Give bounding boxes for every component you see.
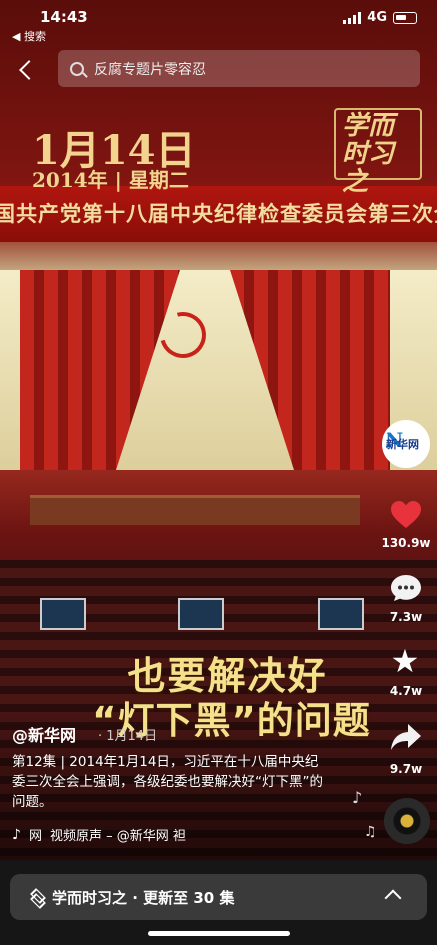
search-query: 反腐专题片零容忍: [94, 61, 206, 78]
search-bar[interactable]: 反腐专题片零容忍: [58, 50, 420, 87]
author-name[interactable]: @新华网: [12, 722, 76, 746]
signal-icon: [343, 11, 362, 24]
author-avatar[interactable]: N 新华网: [382, 420, 430, 468]
network-type: 4G: [367, 10, 387, 25]
comment-bubble-icon[interactable]: [390, 574, 422, 602]
post-date: · 1月14日: [98, 729, 158, 744]
back-to-app-link[interactable]: ◀ 搜索: [12, 28, 46, 44]
program-logo-text: 学而时习之: [342, 111, 395, 197]
favorite-count: 4.7w: [389, 684, 423, 698]
layers-icon: [30, 890, 44, 904]
hall-screen: [318, 598, 364, 630]
music-title: 视频原声 – @新华网 袒: [49, 829, 186, 844]
back-arrow-icon[interactable]: [14, 56, 38, 84]
favorite-star-icon[interactable]: ★: [388, 645, 422, 677]
share-arrow-icon[interactable]: [390, 722, 422, 752]
music-prefix: 网: [28, 829, 42, 844]
tiktok-note-icon: ♪: [12, 826, 21, 843]
comment-count: 7.3w: [389, 610, 423, 624]
presidium-table: [30, 495, 360, 525]
stage-banner-text: 国共产党第十八届中央纪律检查委员会第三次全体会议: [0, 201, 437, 226]
status-time: 14:43: [40, 8, 88, 26]
search-icon: [70, 61, 84, 76]
chevron-up-icon[interactable]: [384, 889, 402, 907]
music-disc-icon[interactable]: [384, 798, 430, 844]
collection-bar[interactable]: 学而时习之 · 更新至 30 集: [10, 874, 427, 920]
like-count: 130.9w: [381, 536, 431, 550]
status-indicators: 4G: [343, 10, 417, 25]
hall-screen: [178, 598, 224, 630]
collection-label: 学而时习之 · 更新至 30 集: [52, 888, 235, 907]
avatar-label: 新华网: [386, 438, 419, 451]
music-note-icon: ♫: [364, 824, 377, 840]
video-weekday: 2014年 | 星期二: [32, 168, 189, 192]
home-indicator[interactable]: [148, 931, 290, 936]
like-heart-icon[interactable]: [390, 500, 422, 530]
battery-icon: [393, 11, 417, 24]
hall-screen: [40, 598, 86, 630]
music-note-icon: ♪: [352, 788, 363, 807]
post-description[interactable]: 第12集 | 2014年1月14日，习近平在十八届中央纪委三次全会上强调，各级纪…: [12, 752, 330, 812]
share-count: 9.7w: [389, 762, 423, 776]
music-ticker[interactable]: ♪ 网 视频原声 – @新华网 袒: [12, 825, 272, 845]
